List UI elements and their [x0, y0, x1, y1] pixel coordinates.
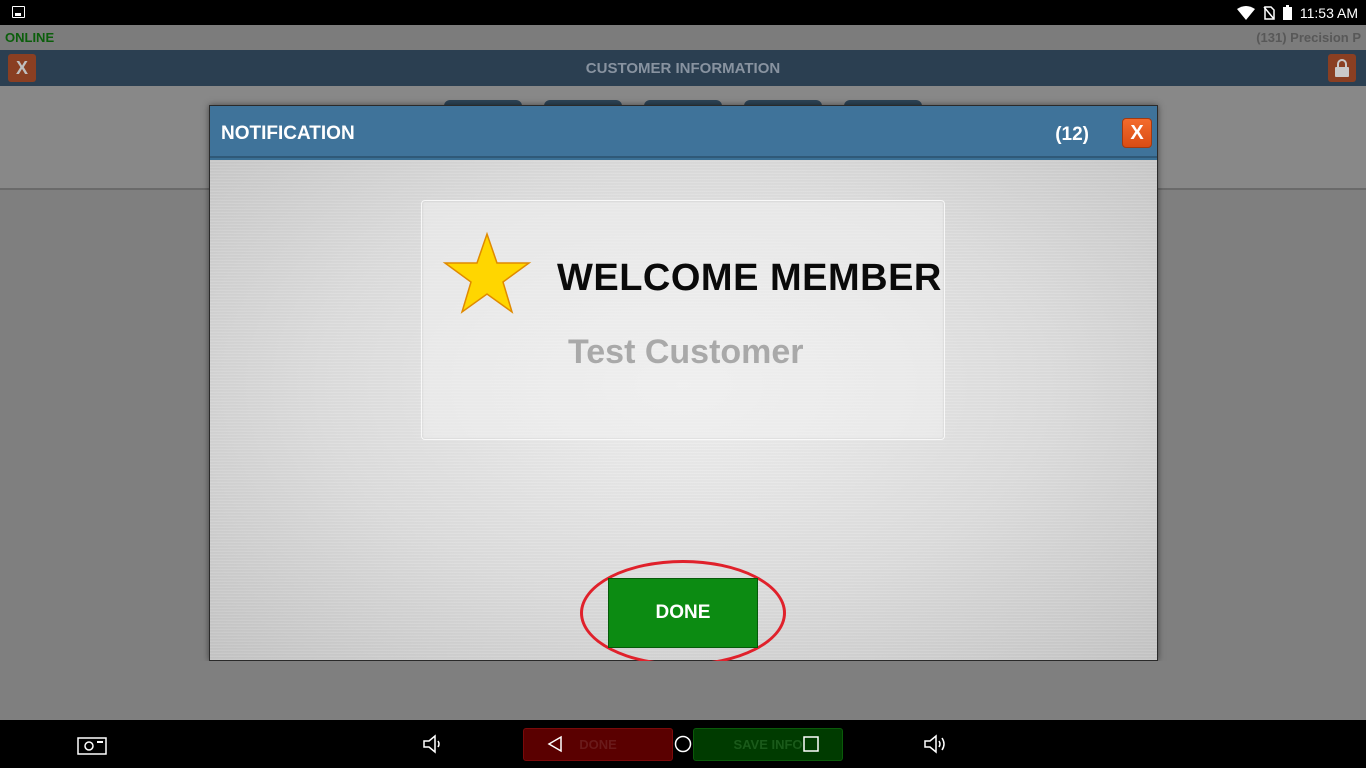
star-icon — [442, 231, 532, 314]
volume-down-icon[interactable] — [421, 733, 443, 755]
clock: 11:53 AM — [1299, 4, 1358, 21]
navigation-bar: DONE SAVE INFO — [0, 720, 1366, 768]
no-sim-icon — [1263, 5, 1275, 20]
recents-icon[interactable] — [802, 735, 820, 753]
lock-button[interactable] — [1328, 54, 1356, 82]
save-info-button[interactable]: SAVE INFO — [693, 728, 843, 761]
welcome-card: WELCOME MEMBER Test Customer — [421, 200, 945, 440]
notification-dialog: NOTIFICATION (12) X WELCOME MEMBER Test … — [209, 105, 1158, 666]
image-icon — [12, 6, 25, 18]
connection-status: ONLINE — [5, 30, 55, 45]
screenshot-icon[interactable] — [77, 735, 107, 755]
status-icons: 11:53 AM — [1236, 0, 1358, 25]
dialog-close-button[interactable]: X — [1122, 118, 1152, 148]
status-bar: 11:53 AM — [0, 0, 1366, 25]
back-icon[interactable] — [546, 735, 564, 753]
volume-up-icon[interactable] — [922, 733, 948, 755]
dialog-body: WELCOME MEMBER Test Customer DONE — [210, 160, 1157, 666]
dialog-title: NOTIFICATION — [221, 123, 355, 144]
done-button[interactable]: DONE — [608, 578, 758, 648]
info-bar: ONLINE (131) Precision P — [0, 25, 1366, 50]
welcome-headline: WELCOME MEMBER — [557, 257, 942, 299]
customer-name: Test Customer — [568, 333, 804, 371]
home-icon[interactable] — [674, 735, 692, 753]
lock-icon — [1335, 59, 1349, 77]
page-title: CUSTOMER INFORMATION — [585, 60, 781, 77]
battery-icon — [1282, 5, 1292, 20]
bottom-background — [0, 661, 1366, 720]
wifi-icon — [1236, 5, 1255, 20]
notification-count: (12) — [1055, 124, 1089, 145]
store-name: (131) Precision P — [1256, 30, 1361, 45]
header-bar: X CUSTOMER INFORMATION — [0, 50, 1366, 86]
dialog-header: NOTIFICATION (12) X — [210, 106, 1157, 158]
